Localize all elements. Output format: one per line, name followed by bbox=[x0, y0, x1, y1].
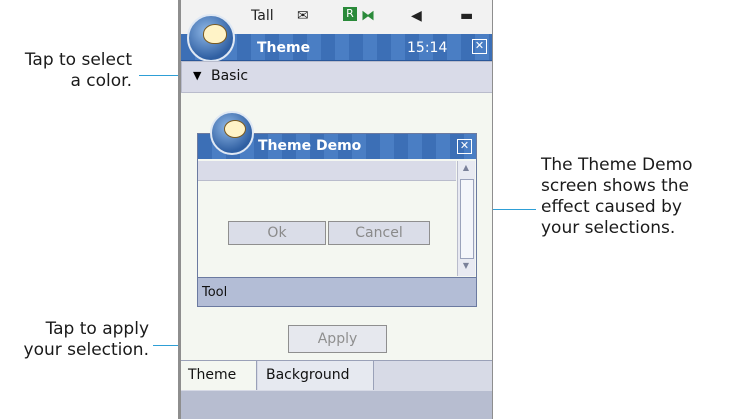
scroll-up-icon[interactable]: ▲ bbox=[460, 163, 472, 175]
demo-toolbar: Tool bbox=[198, 277, 476, 306]
theme-demo-window: Theme Demo ✕ ▲ ▼ Ok Cancel Tool bbox=[197, 111, 477, 307]
tab-theme[interactable]: Theme bbox=[181, 361, 257, 390]
device-screen: Tall ✉ R ⧓ ◀ ▬ Theme 15:14 ✕ ▼ Basic The… bbox=[181, 0, 492, 419]
chevron-down-icon: ▼ bbox=[193, 69, 202, 82]
signal-icon: Tall bbox=[251, 8, 274, 24]
tab-background[interactable]: Background bbox=[258, 361, 374, 390]
color-dropdown[interactable]: ▼ Basic bbox=[181, 61, 492, 93]
close-icon[interactable]: ✕ bbox=[472, 39, 487, 54]
dropdown-value: Basic bbox=[211, 68, 249, 84]
callout-line: a color. bbox=[70, 71, 132, 91]
cancel-button[interactable]: Cancel bbox=[328, 221, 430, 245]
callout-line: The Theme Demo bbox=[541, 155, 693, 175]
soft-key-bar bbox=[181, 391, 492, 419]
message-icon: ✉ bbox=[297, 8, 309, 24]
toolbar-label: Tool bbox=[202, 285, 228, 300]
demo-title: Theme Demo bbox=[258, 138, 362, 154]
callout-line: your selection. bbox=[23, 340, 149, 360]
page-title: Theme bbox=[257, 40, 311, 56]
bluetooth-icon: ⧓ bbox=[361, 8, 375, 24]
callout-line: your selections. bbox=[541, 218, 676, 238]
callout-leader-color bbox=[139, 75, 179, 76]
callout-select-color: Tap to select a color. bbox=[0, 50, 132, 92]
scroll-thumb[interactable] bbox=[460, 179, 474, 259]
demo-scrollbar[interactable]: ▲ ▼ bbox=[457, 161, 475, 276]
callout-theme-demo: The Theme Demo screen shows the effect c… bbox=[541, 155, 727, 239]
ok-button[interactable]: Ok bbox=[228, 221, 326, 245]
clock: 15:14 bbox=[407, 40, 448, 56]
demo-app-logo-icon bbox=[210, 111, 254, 155]
volume-icon[interactable]: ◀ bbox=[411, 8, 422, 24]
roaming-icon: R bbox=[343, 7, 357, 21]
scroll-down-icon[interactable]: ▼ bbox=[460, 261, 472, 273]
tab-empty bbox=[375, 361, 492, 390]
apply-button[interactable]: Apply bbox=[288, 325, 387, 353]
callout-line: effect caused by bbox=[541, 197, 682, 217]
callout-line: Tap to apply bbox=[45, 319, 149, 339]
callout-line: screen shows the bbox=[541, 176, 690, 196]
battery-icon: ▬ bbox=[460, 8, 474, 24]
tab-bar: Theme Background bbox=[181, 360, 492, 391]
app-logo-icon[interactable] bbox=[187, 14, 235, 62]
demo-menu-bar bbox=[198, 161, 456, 181]
callout-line: Tap to select bbox=[24, 50, 132, 70]
close-icon[interactable]: ✕ bbox=[457, 139, 472, 154]
callout-apply: Tap to apply your selection. bbox=[0, 319, 149, 361]
